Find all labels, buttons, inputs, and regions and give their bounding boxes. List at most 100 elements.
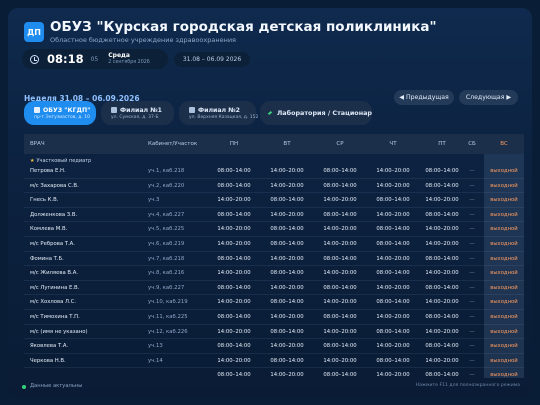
page-subtitle: Областное бюджетное учреждение здравоохр… xyxy=(50,36,236,44)
tab-laboratory[interactable]: Лаборатория / Стационар xyxy=(260,101,372,125)
table-row: Черкова Н.В. уч.14 14:00–20:00 08:00–14:00 1… xyxy=(24,354,524,369)
clock-icon xyxy=(30,54,39,64)
doctor-name: м/с Захарова С.В. xyxy=(30,182,79,189)
schedule-cell: 14:00–20:00 xyxy=(323,226,357,233)
schedule-cell: — xyxy=(469,211,475,218)
schedule-cell: 14:00–20:00 xyxy=(323,328,357,335)
table-row: м/с Лугинина Е.В. уч.9, каб.227 08:00–14:0… xyxy=(24,281,524,296)
schedule-cell: 08:00–14:00 xyxy=(323,314,357,320)
table-row: м/с Захарова С.В. уч.2, каб.220 08:00–14:0… xyxy=(24,179,524,194)
col-sat: СБ xyxy=(468,141,476,147)
table-row: м/с (имя не указано) уч.12, каб.226 14:00–… xyxy=(24,325,524,340)
tab-branch-2-name: Филиал №2 xyxy=(198,106,240,114)
current-seconds: 05 xyxy=(90,55,99,63)
schedule-cell: 14:00–20:00 xyxy=(270,314,304,320)
cabinet-cell: уч.12, каб.226 xyxy=(148,328,188,335)
schedule-cell: 08:00–14:00 xyxy=(270,328,304,335)
schedule-cell: 14:00–20:00 xyxy=(323,197,357,204)
schedule-cell: 14:00–20:00 xyxy=(425,299,459,306)
schedule-cell: 08:00–14:00 xyxy=(270,226,304,233)
schedule-cell: 08:00–14:00 xyxy=(217,314,251,320)
schedule-cell: выходной xyxy=(490,372,518,378)
status-text: Данные актуальны xyxy=(30,383,83,389)
schedule-cell: 14:00–20:00 xyxy=(323,270,357,277)
schedule-cell: выходной xyxy=(490,226,518,233)
table-row: м/с Жиляева В.А. уч.8, каб.216 14:00–20:00… xyxy=(24,266,524,281)
tab-branch-1[interactable]: Филиал №1 ул. Сумская, д. 37-Б xyxy=(101,101,174,125)
schedule-cell: 08:00–14:00 xyxy=(376,299,410,306)
schedule-cell: 08:00–14:00 xyxy=(425,211,459,218)
table-row: Петрова Е.Н. уч.1, каб.218 08:00–14:00 14:0… xyxy=(24,164,524,179)
schedule-cell: 14:00–20:00 xyxy=(217,241,251,247)
schedule-cell: 08:00–14:00 xyxy=(323,168,357,174)
schedule-cell: — xyxy=(469,372,475,378)
doctor-name: м/с Хохлова Л.С. xyxy=(30,299,77,306)
schedule-cell: 14:00–20:00 xyxy=(270,182,304,189)
cabinet-cell: уч.13 xyxy=(148,343,163,350)
prev-week-button[interactable]: ◀ Предыдущая xyxy=(394,90,454,105)
table-row: Фомина Т.Б. уч.7, каб.218 08:00–14:00 14:00… xyxy=(24,252,524,267)
schedule-cell: — xyxy=(469,241,475,247)
schedule-cell: 08:00–14:00 xyxy=(217,372,251,378)
schedule-table: ВРАЧ Кабинет/Участок ПН ВТ СР ЧТ ПТ СБ В… xyxy=(24,128,524,378)
cabinet-cell: уч.5, каб.225 xyxy=(148,226,185,233)
fullscreen-hint: Нажмите F11 для полноэкранного режима xyxy=(415,383,520,388)
schedule-cell: — xyxy=(469,182,475,189)
schedule-cell: 14:00–20:00 xyxy=(323,299,357,306)
schedule-cell: 08:00–14:00 xyxy=(425,168,459,174)
schedule-cell: 08:00–14:00 xyxy=(323,182,357,189)
app-window: ДП ОБУЗ "Курская городская детская полик… xyxy=(8,8,532,397)
day-date: 2 сентября 2026 xyxy=(108,59,150,65)
col-thu: ЧТ xyxy=(389,141,397,147)
schedule-cell: 14:00–20:00 xyxy=(323,357,357,364)
schedule-cell: 14:00–20:00 xyxy=(376,211,410,218)
col-doctor: ВРАЧ xyxy=(30,141,45,147)
schedule-cell: 08:00–14:00 xyxy=(217,168,251,174)
schedule-cell: 08:00–14:00 xyxy=(425,314,459,320)
schedule-cell: выходной xyxy=(490,168,518,174)
schedule-cell: 08:00–14:00 xyxy=(270,197,304,204)
doctor-name: Черкова Н.В. xyxy=(30,357,66,364)
schedule-cell: 08:00–14:00 xyxy=(425,284,459,291)
schedule-cell: 14:00–20:00 xyxy=(217,328,251,335)
doctor-name: Долженкова З.В. xyxy=(30,211,78,218)
schedule-cell: 14:00–20:00 xyxy=(425,241,459,247)
schedule-cell: выходной xyxy=(490,328,518,335)
cabinet-cell: уч.3 xyxy=(148,197,160,204)
table-row: м/с Хохлова Л.С. уч.10, каб.219 14:00–20:0… xyxy=(24,295,524,310)
schedule-cell: 08:00–14:00 xyxy=(323,284,357,291)
schedule-cell: — xyxy=(469,314,475,320)
table-row: м/с Тимохина Т.П. уч.11, каб.225 08:00–14:… xyxy=(24,310,524,325)
cabinet-cell: уч.8, каб.216 xyxy=(148,270,185,277)
building-icon xyxy=(34,106,40,113)
schedule-cell: выходной xyxy=(490,343,518,350)
col-sun: ВС xyxy=(500,141,508,147)
schedule-cell: 08:00–14:00 xyxy=(217,255,251,262)
schedule-cell: 14:00–20:00 xyxy=(270,343,304,350)
doctor-name: Гнесь К.В. xyxy=(30,197,59,204)
schedule-cell: 08:00–14:00 xyxy=(376,328,410,335)
cabinet-cell: уч.2, каб.220 xyxy=(148,182,185,189)
tab-branch-2[interactable]: Филиал №2 ул. Верхняя Казацкая, д. 152 xyxy=(179,101,258,125)
schedule-cell: выходной xyxy=(490,211,518,218)
schedule-cell: 08:00–14:00 xyxy=(425,343,459,350)
table-row: Гнесь К.В. уч.3 14:00–20:00 08:00–14:00 14:0… xyxy=(24,193,524,208)
schedule-cell: — xyxy=(469,284,475,291)
schedule-cell: — xyxy=(469,255,475,262)
current-time: 08:18 xyxy=(47,52,84,66)
schedule-cell: 08:00–14:00 xyxy=(217,343,251,350)
schedule-cell: 14:00–20:00 xyxy=(376,372,410,378)
schedule-cell: 14:00–20:00 xyxy=(270,211,304,218)
schedule-cell: выходной xyxy=(490,197,518,204)
schedule-cell: 14:00–20:00 xyxy=(376,182,410,189)
tab-laboratory-name: Лаборатория / Стационар xyxy=(276,109,372,117)
cabinet-cell: уч.1, каб.218 xyxy=(148,168,185,174)
next-week-button[interactable]: Следующая ▶ xyxy=(459,90,518,105)
schedule-cell: 14:00–20:00 xyxy=(217,299,251,306)
schedule-cell: 08:00–14:00 xyxy=(376,241,410,247)
schedule-cell: 08:00–14:00 xyxy=(323,372,357,378)
schedule-cell: выходной xyxy=(490,241,518,247)
tab-main-clinic[interactable]: ОБУЗ "КГДП" пр-т Энтузиастов, д. 10 xyxy=(24,101,96,125)
schedule-cell: 08:00–14:00 xyxy=(270,299,304,306)
schedule-cell: 08:00–14:00 xyxy=(376,357,410,364)
